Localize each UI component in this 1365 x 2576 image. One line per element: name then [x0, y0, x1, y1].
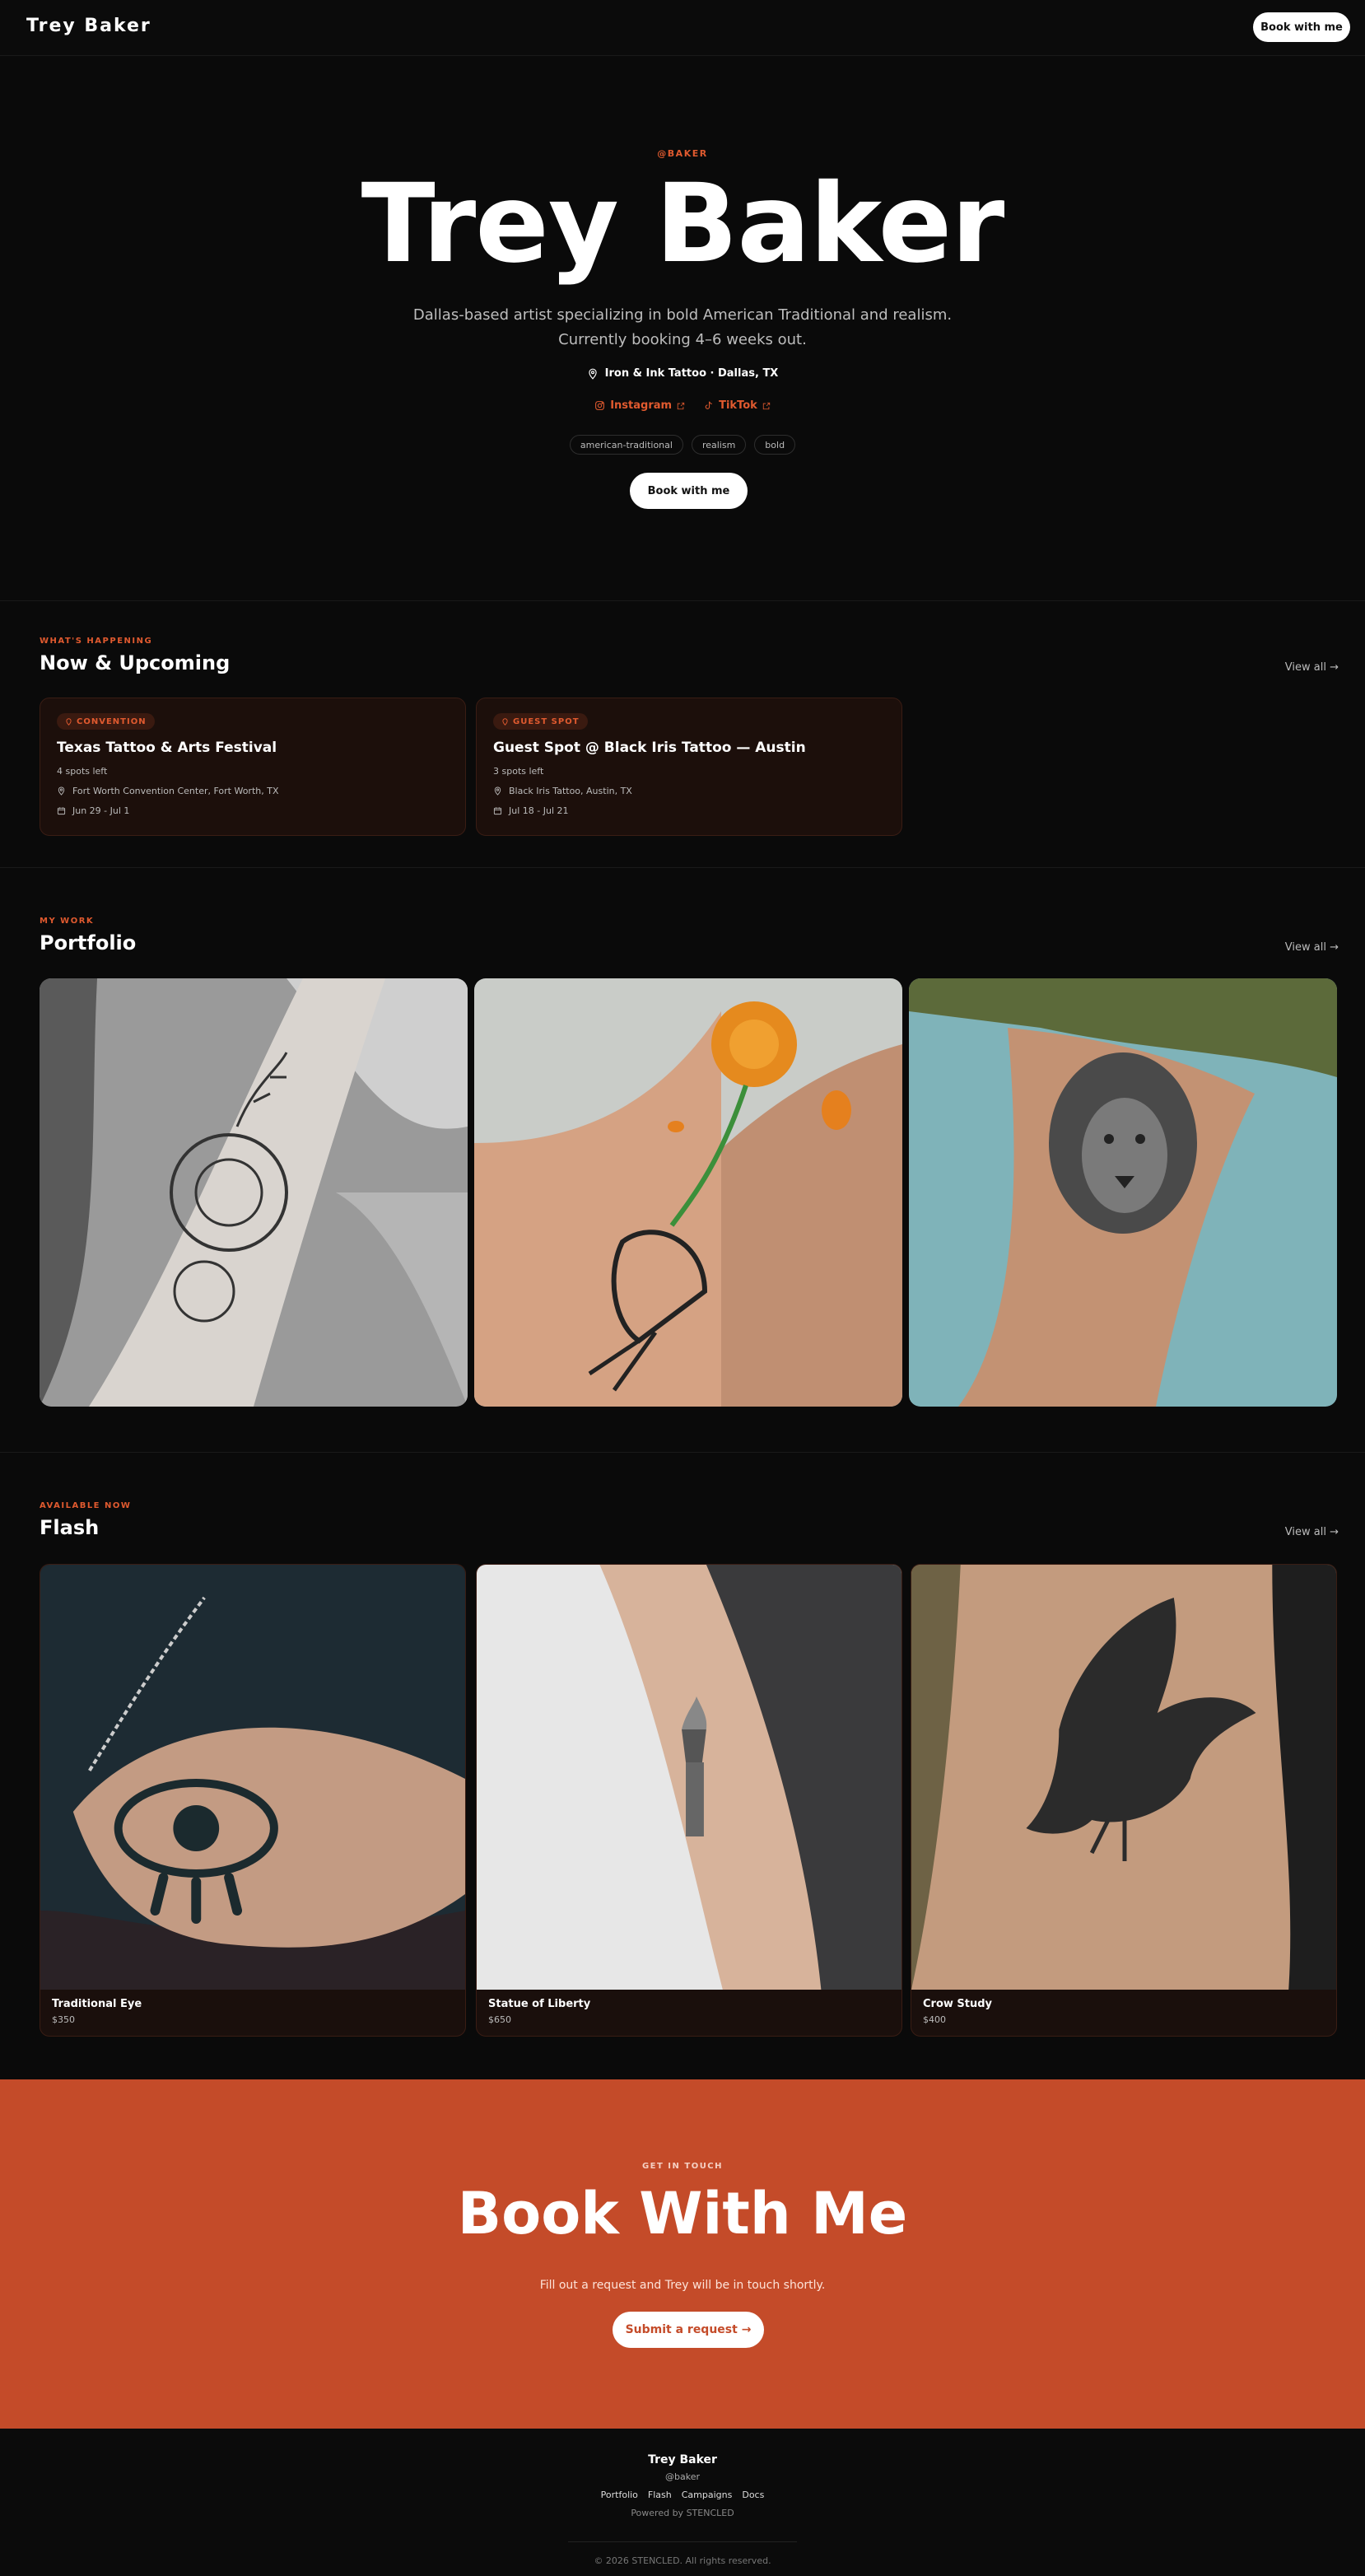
style-tag: american-traditional: [569, 435, 683, 455]
event-dates: Jul 18 - Jul 21: [493, 805, 569, 816]
flash-card[interactable]: Traditional Eye $350: [40, 1564, 466, 2037]
social-links: Instagram TikTok: [0, 399, 1365, 412]
external-link-icon: [762, 402, 770, 409]
footer-link-campaigns[interactable]: Campaigns: [682, 2490, 733, 2500]
portfolio-view-all-link[interactable]: View all →: [1285, 941, 1339, 954]
style-tag: realism: [691, 435, 747, 455]
event-spots: 3 spots left: [493, 766, 544, 777]
flash-name: Statue of Liberty: [488, 1998, 591, 2010]
flash-title: Flash: [40, 1516, 100, 1539]
studio-location: Iron & Ink Tattoo · Dallas, TX: [0, 367, 1365, 380]
tiktok-link[interactable]: TikTok: [703, 399, 771, 412]
event-card[interactable]: CONVENTION Texas Tattoo & Arts Festival …: [40, 698, 466, 836]
flash-image: [477, 1565, 901, 1990]
flash-price: $400: [923, 2014, 946, 2025]
event-dates-label: Jun 29 - Jul 1: [72, 805, 130, 816]
calendar-icon: [493, 807, 502, 815]
tiktok-label: TikTok: [719, 399, 757, 412]
book-with-me-button[interactable]: Book with me: [1253, 12, 1350, 42]
flash-name: Crow Study: [923, 1998, 993, 2010]
location-pin-icon: [588, 368, 597, 380]
event-location-label: Fort Worth Convention Center, Fort Worth…: [72, 786, 279, 796]
artist-bio: Dallas-based artist specializing in bold…: [412, 306, 953, 348]
statue-of-liberty-image: [477, 1565, 901, 1990]
artist-handle: @BAKER: [657, 148, 708, 159]
calendar-icon: [57, 807, 66, 815]
event-title: Guest Spot @ Black Iris Tattoo — Austin: [493, 740, 806, 756]
guest-spot-icon: [502, 717, 508, 726]
flash-section: AVAILABLE NOW Flash View all → Tradition…: [0, 1454, 1365, 2079]
top-nav: Trey Baker Book with me: [0, 0, 1365, 56]
event-spots: 4 spots left: [57, 766, 108, 777]
copyright: © 2026 STENCLED. All rights reserved.: [594, 2555, 771, 2566]
footer-divider: [568, 2541, 797, 2542]
flash-card[interactable]: Crow Study $400: [911, 1564, 1337, 2037]
footer-links: Portfolio Flash Campaigns Docs: [0, 2490, 1365, 2500]
booking-section: GET IN TOUCH Book With Me Fill out a req…: [0, 2079, 1365, 2429]
location-pin-icon: [494, 786, 501, 796]
portfolio-item-lion[interactable]: [909, 978, 1337, 1407]
footer-link-portfolio[interactable]: Portfolio: [601, 2490, 638, 2500]
powered-by[interactable]: Powered by STENCLED: [0, 2508, 1365, 2518]
event-card[interactable]: GUEST SPOT Guest Spot @ Black Iris Tatto…: [476, 698, 902, 836]
flash-price: $350: [52, 2014, 75, 2025]
floral-tattoo-image: [40, 978, 468, 1407]
instagram-label: Instagram: [610, 399, 673, 412]
flash-name: Traditional Eye: [52, 1998, 142, 2010]
crow-study-image: [911, 1565, 1336, 1990]
portfolio-eyebrow: MY WORK: [40, 917, 95, 926]
events-title: Now & Upcoming: [40, 651, 231, 674]
event-location: Black Iris Tattoo, Austin, TX: [493, 786, 632, 796]
footer-handle: @baker: [665, 2471, 700, 2482]
style-tags: american-traditional realism bold: [0, 435, 1365, 455]
instagram-icon: [595, 401, 605, 410]
footer-name: Trey Baker: [648, 2453, 717, 2466]
portfolio-title: Portfolio: [40, 931, 137, 954]
convention-icon: [66, 717, 72, 726]
flash-image: [911, 1565, 1336, 1990]
event-title: Texas Tattoo & Arts Festival: [57, 740, 277, 756]
events-eyebrow: WHAT'S HAPPENING: [40, 637, 153, 646]
portfolio-item-marigold[interactable]: [474, 978, 902, 1407]
lion-realism-image: [909, 978, 1337, 1407]
booking-subtitle: Fill out a request and Trey will be in t…: [539, 2279, 826, 2292]
external-link-icon: [677, 402, 685, 409]
brand-logo[interactable]: Trey Baker: [26, 16, 151, 36]
submit-request-button[interactable]: Submit a request →: [613, 2312, 764, 2348]
event-badge: CONVENTION: [57, 713, 155, 730]
hero-section: @BAKER Trey Baker Dallas-based artist sp…: [0, 56, 1365, 601]
portfolio-section: MY WORK Portfolio View all →: [0, 869, 1365, 1453]
location-pin-icon: [58, 786, 65, 796]
event-badge-label: CONVENTION: [77, 716, 147, 726]
events-view-all-link[interactable]: View all →: [1285, 661, 1339, 674]
footer: Trey Baker @baker Portfolio Flash Campai…: [0, 2429, 1365, 2576]
booking-eyebrow: GET IN TOUCH: [641, 2162, 724, 2171]
flash-eyebrow: AVAILABLE NOW: [40, 1501, 132, 1510]
event-location: Fort Worth Convention Center, Fort Worth…: [57, 786, 279, 796]
flash-price: $650: [488, 2014, 511, 2025]
booking-title: Book With Me: [457, 2180, 908, 2247]
flash-image: [40, 1565, 465, 1990]
hero-book-button[interactable]: Book with me: [630, 473, 748, 509]
event-location-label: Black Iris Tattoo, Austin, TX: [509, 786, 632, 796]
event-dates-label: Jul 18 - Jul 21: [509, 805, 569, 816]
event-badge: GUEST SPOT: [493, 713, 588, 730]
events-section: WHAT'S HAPPENING Now & Upcoming View all…: [0, 602, 1365, 868]
studio-location-label: Iron & Ink Tattoo · Dallas, TX: [604, 367, 779, 380]
instagram-link[interactable]: Instagram: [594, 399, 685, 412]
artist-name: Trey Baker: [361, 161, 1005, 287]
flash-view-all-link[interactable]: View all →: [1285, 1526, 1339, 1538]
marigold-skeleton-hand-image: [474, 978, 902, 1407]
flash-card[interactable]: Statue of Liberty $650: [476, 1564, 902, 2037]
event-badge-label: GUEST SPOT: [513, 716, 580, 726]
portfolio-item-floral[interactable]: [40, 978, 468, 1407]
event-dates: Jun 29 - Jul 1: [57, 805, 129, 816]
tiktok-icon: [705, 401, 712, 409]
footer-link-flash[interactable]: Flash: [648, 2490, 672, 2500]
style-tag: bold: [754, 435, 796, 455]
traditional-eye-image: [40, 1565, 465, 1990]
footer-link-docs[interactable]: Docs: [742, 2490, 764, 2500]
